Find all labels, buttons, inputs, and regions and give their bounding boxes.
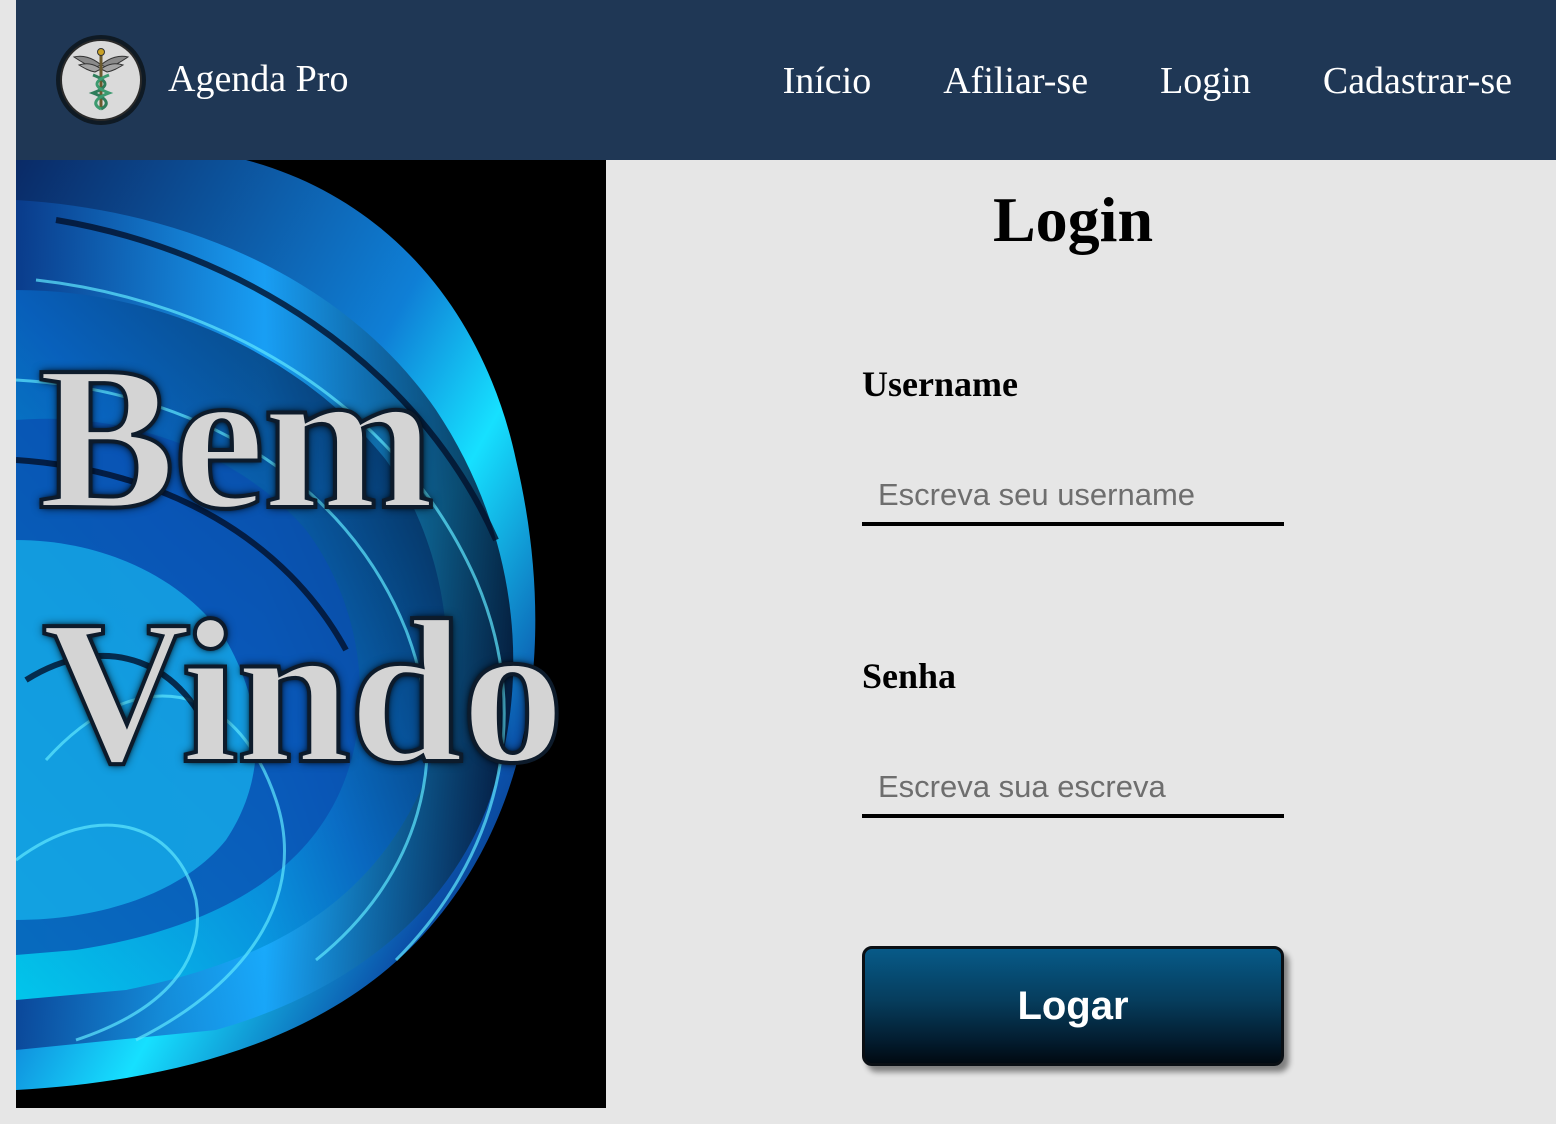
caduceus-icon bbox=[60, 39, 142, 121]
welcome-hero: Bem Vindo bbox=[16, 160, 606, 1108]
welcome-line-vindo: Vindo bbox=[40, 577, 566, 806]
password-input[interactable] bbox=[862, 760, 1284, 818]
password-label: Senha bbox=[862, 656, 957, 696]
page: Agenda Pro Início Afiliar-se Login Cadas… bbox=[0, 0, 1556, 1124]
login-form: Login Username Senha Logar bbox=[606, 160, 1556, 1124]
nav-cadastrar-se[interactable]: Cadastrar-se bbox=[1323, 56, 1512, 106]
logo[interactable] bbox=[56, 35, 146, 125]
nav-inicio[interactable]: Início bbox=[783, 56, 872, 106]
welcome-line-bem: Bem bbox=[36, 323, 436, 552]
brand-name[interactable]: Agenda Pro bbox=[168, 56, 348, 102]
username-label: Username bbox=[862, 364, 1018, 404]
login-submit-button[interactable]: Logar bbox=[862, 946, 1284, 1066]
nav-login[interactable]: Login bbox=[1160, 56, 1251, 106]
username-input[interactable] bbox=[862, 468, 1284, 526]
login-title: Login bbox=[992, 184, 1154, 255]
nav-links: Início Afiliar-se Login Cadastrar-se bbox=[783, 56, 1512, 106]
nav-afiliar-se[interactable]: Afiliar-se bbox=[943, 56, 1088, 106]
navbar: Agenda Pro Início Afiliar-se Login Cadas… bbox=[16, 0, 1556, 160]
